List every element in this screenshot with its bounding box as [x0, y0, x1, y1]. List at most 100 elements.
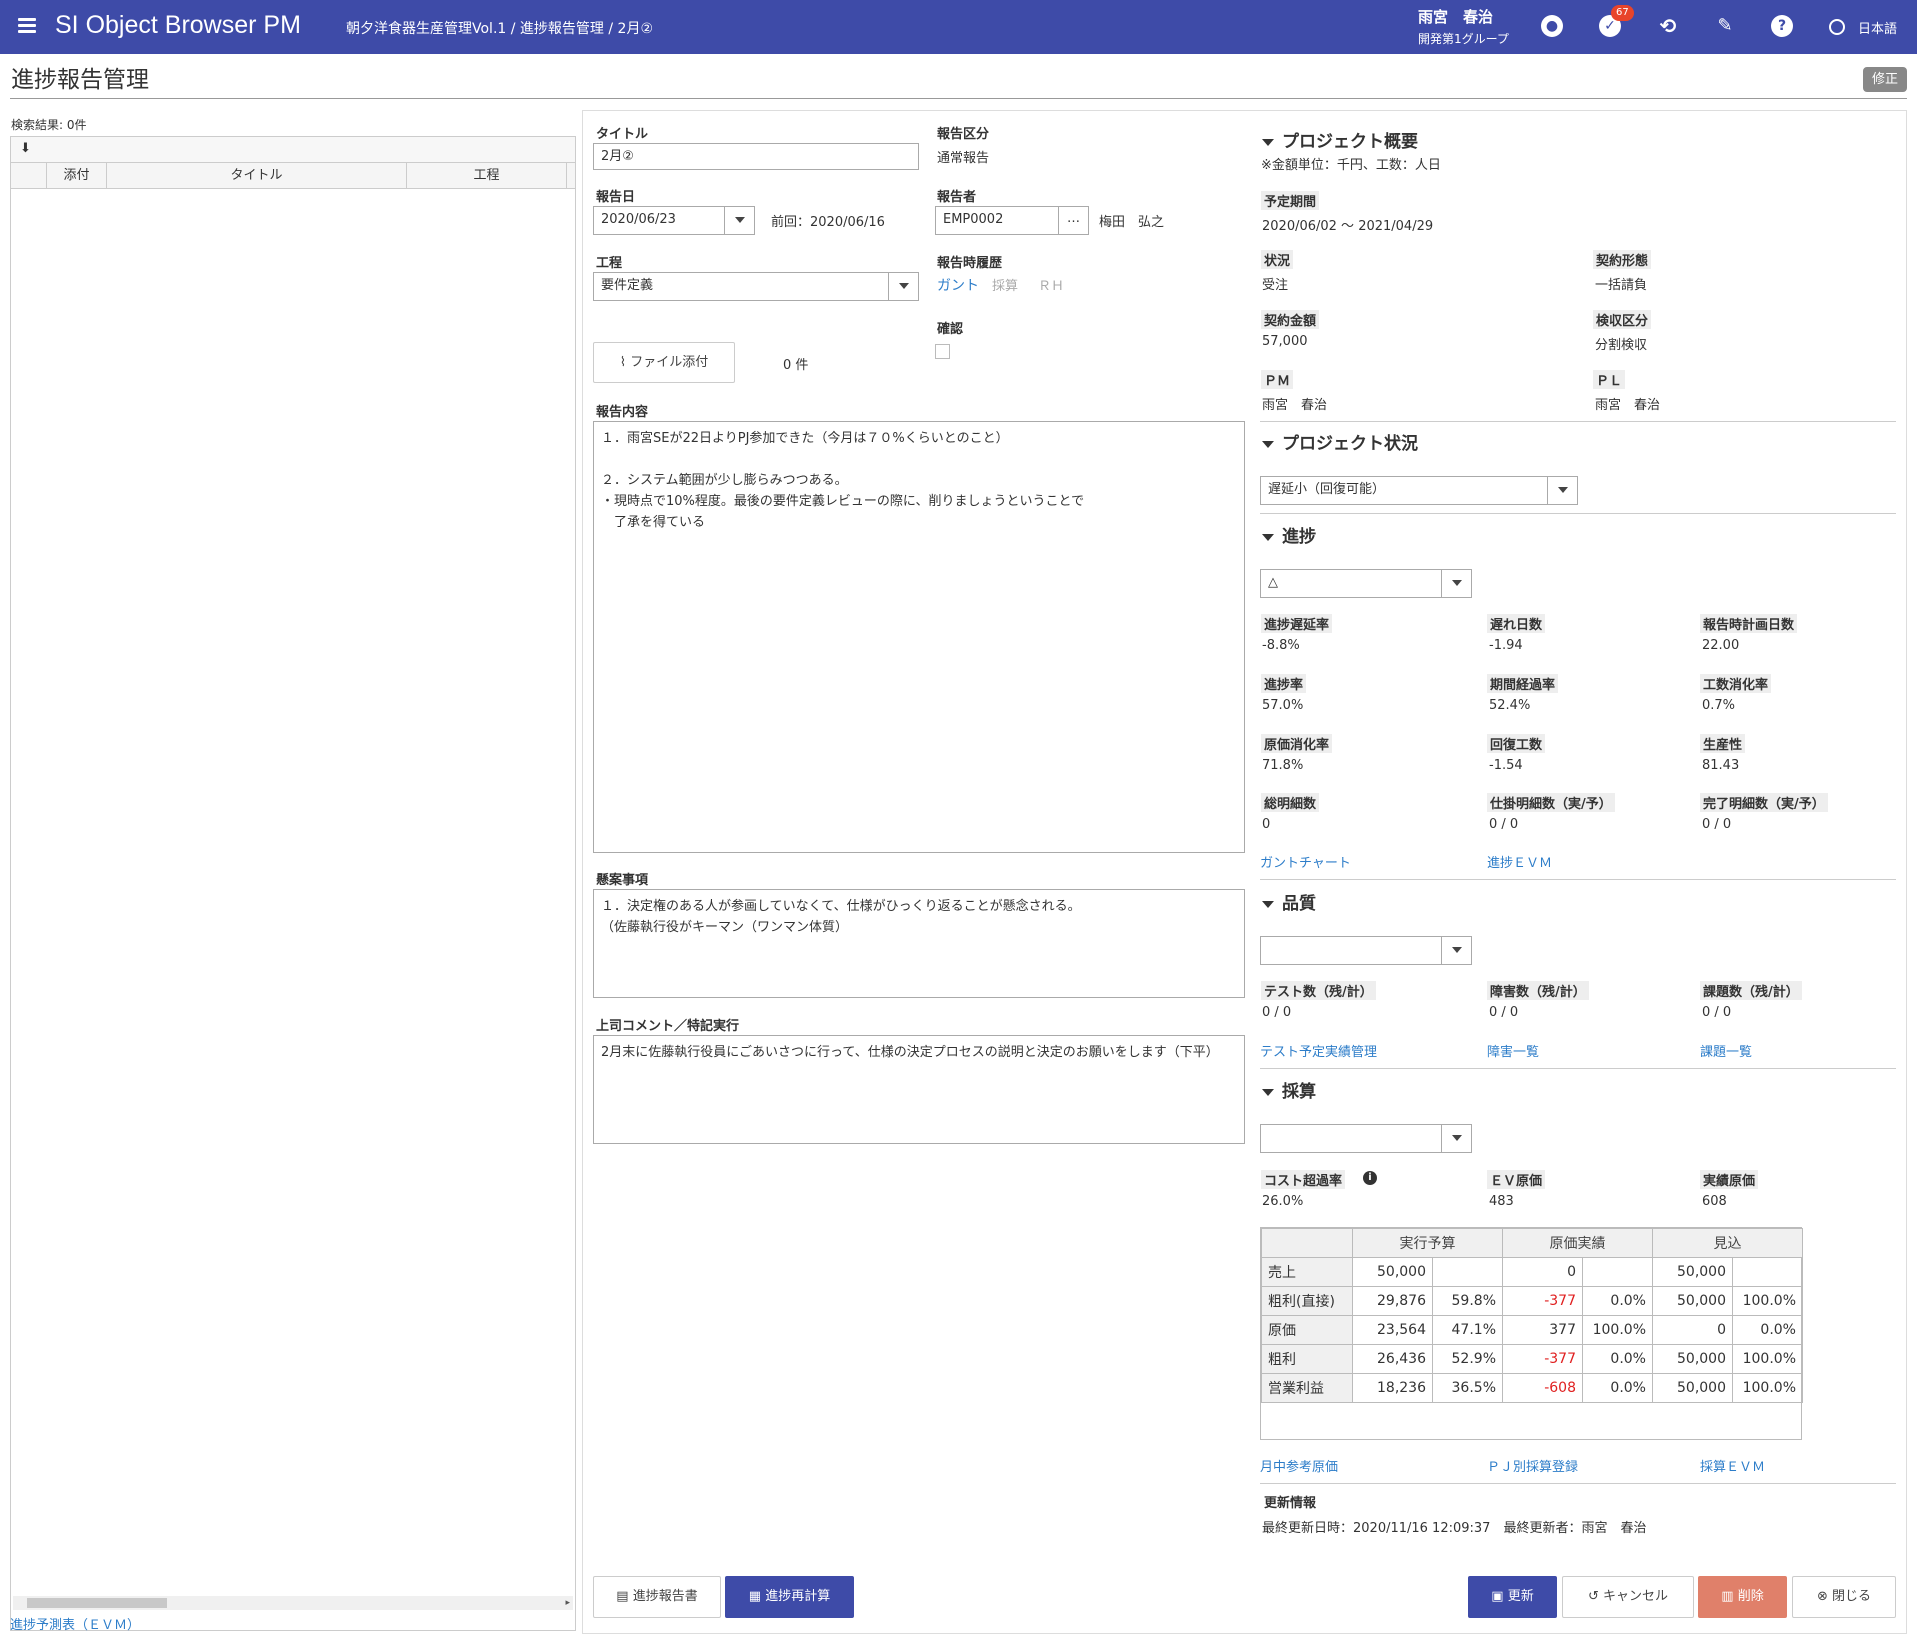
download-icon[interactable]: ⬇ [20, 142, 34, 156]
progress-section-title[interactable]: 進捗 [1262, 522, 1316, 547]
progress-label: 進捗遅延率 [1261, 614, 1333, 633]
progress-label: 進捗率 [1261, 674, 1307, 693]
table-cell: 26,436 [1352, 1344, 1433, 1374]
pm-label: ＰＭ [1261, 370, 1294, 389]
table-row: 粗利 26,436 52.9% -377 0.0% 50,000 100.0% [1261, 1344, 1803, 1374]
edit-button[interactable]: 修正 [1863, 67, 1907, 92]
quality-value: 0 / 0 [1262, 1005, 1292, 1020]
monthly-cost-link[interactable]: 月中参考原価 [1260, 1456, 1338, 1475]
table-cell [1732, 1257, 1803, 1287]
list-header-spacer [11, 163, 47, 189]
update-button[interactable]: ▣ 更新 [1468, 1576, 1557, 1618]
concern-textarea[interactable]: １．決定権のある人が参画していなくて、仕様がひっくり返ることが懸念される。 （佐… [593, 889, 1245, 998]
table-cell: 0 [1652, 1315, 1733, 1345]
project-status-section-title[interactable]: プロジェクト状況 [1262, 429, 1418, 454]
progress-select-value: △ [1268, 575, 1278, 590]
table-row: 原価 23,564 47.1% 377 100.0% 0 0.0% [1261, 1315, 1803, 1345]
quality-section-title[interactable]: 品質 [1262, 889, 1316, 914]
defect-list-link[interactable]: 障害一覧 [1487, 1041, 1539, 1060]
profit-select[interactable] [1260, 1124, 1472, 1153]
progress-value: -1.54 [1489, 758, 1523, 773]
close-button[interactable]: ⊗ 閉じる [1792, 1576, 1896, 1618]
attachment-icon[interactable]: ✎ [1714, 15, 1736, 37]
history-gantt-link[interactable]: ガント [937, 275, 979, 295]
delete-button[interactable]: ▥ 削除 [1698, 1576, 1787, 1618]
column-attachment[interactable]: 添付 [47, 163, 107, 189]
title-input[interactable]: 2月② [593, 143, 919, 170]
cancel-label: キャンセル [1603, 1589, 1669, 1604]
test-plan-link[interactable]: テスト予定実績管理 [1260, 1041, 1377, 1060]
table-cell: 原価 [1261, 1315, 1353, 1345]
profit-value: 608 [1702, 1194, 1727, 1209]
progress-label: 生産性 [1700, 734, 1746, 753]
project-status-select[interactable]: 遅延小（回復可能） [1260, 476, 1578, 505]
column-process[interactable]: 工程 [407, 163, 567, 189]
process-select[interactable]: 要件定義 [593, 272, 919, 301]
confirm-checkbox[interactable] [935, 344, 950, 359]
progress-report-button[interactable]: ▤ 進捗報告書 [593, 1576, 721, 1618]
progress-label: 工数消化率 [1700, 674, 1772, 693]
contract-type-label: 契約形態 [1593, 250, 1652, 269]
history-rh-link[interactable]: ＲＨ [1038, 275, 1064, 294]
report-content-textarea[interactable]: １．雨宮SEが22日よりPJ参加できた（今月は７０%くらいとのこと） ２．システ… [593, 421, 1245, 853]
calculator-icon: ▦ [748, 1589, 766, 1604]
progress-evm-link[interactable]: 進捗ＥＶＭ [1487, 852, 1552, 871]
column-title[interactable]: タイトル [107, 163, 407, 189]
profit-evm-link[interactable]: 採算ＥＶＭ [1700, 1456, 1765, 1475]
progress-select[interactable]: △ [1260, 569, 1472, 598]
report-date-select[interactable]: 2020/06/23 [593, 206, 755, 235]
history-icon[interactable]: ⟲ [1657, 15, 1679, 37]
gantt-chart-link[interactable]: ガントチャート [1260, 852, 1351, 871]
issue-list-link[interactable]: 課題一覧 [1700, 1041, 1752, 1060]
overview-section-title[interactable]: プロジェクト概要 [1262, 127, 1418, 152]
scroll-right-arrow-icon[interactable]: ▸ [565, 1596, 570, 1610]
table-cell: -377 [1502, 1286, 1583, 1316]
scrollbar-thumb[interactable] [27, 1598, 167, 1608]
quality-label: テスト数（残/計） [1261, 981, 1376, 1000]
report-date-value: 2020/06/23 [601, 212, 676, 227]
language-selector[interactable]: 日本語 [1858, 18, 1897, 37]
table-cell: 0.0% [1582, 1373, 1653, 1403]
table-row: 売上 50,000 0 50,000 [1261, 1257, 1803, 1287]
table-cell: 23,564 [1352, 1315, 1433, 1345]
update-info-label: 更新情報 [1264, 1496, 1317, 1511]
contract-amount-value: 57,000 [1262, 334, 1308, 349]
table-cell: 粗利 [1261, 1344, 1353, 1374]
progress-value: -8.8% [1262, 638, 1300, 653]
globe-icon[interactable] [1829, 19, 1845, 35]
divider [1260, 1483, 1896, 1484]
top-header: SI Object Browser PM 朝夕洋食器生産管理Vol.1 / 進捗… [0, 0, 1917, 54]
info-icon[interactable]: i [1363, 1171, 1377, 1185]
pl-value: 雨宮 春治 [1595, 398, 1661, 413]
profit-section-title[interactable]: 採算 [1262, 1077, 1316, 1102]
table-cell: 100.0% [1732, 1286, 1803, 1316]
progress-label: 原価消化率 [1261, 734, 1333, 753]
table-cell: 100.0% [1732, 1373, 1803, 1403]
history-label: 報告時履歴 [937, 256, 1003, 271]
title-label: タイトル [596, 127, 649, 142]
divider [1260, 879, 1896, 880]
hamburger-menu-icon[interactable] [18, 15, 36, 39]
help-icon[interactable]: ? [1771, 15, 1793, 37]
attach-file-button[interactable]: ⌇ ファイル添付 [593, 342, 735, 383]
lookup-button[interactable]: … [1058, 207, 1088, 234]
profit-label: 実績原価 [1700, 1170, 1759, 1189]
reporter-code-input[interactable]: EMP0002… [935, 206, 1089, 235]
table-cell: 47.1% [1432, 1315, 1503, 1345]
chevron-down-icon [724, 207, 754, 234]
app-title[interactable]: SI Object Browser PM [55, 11, 301, 40]
chevron-down-icon [1441, 937, 1471, 964]
comment-textarea[interactable]: 2月末に佐藤執行役員にごあいさつに行って、仕様の決定プロセスの説明と決定のお願い… [593, 1035, 1245, 1144]
cancel-button[interactable]: ↺ キャンセル [1562, 1576, 1694, 1618]
user-icon[interactable]: ● [1541, 15, 1563, 37]
table-header-cell [1261, 1228, 1353, 1258]
save-icon: ▣ [1491, 1589, 1508, 1604]
quality-select[interactable] [1260, 936, 1472, 965]
recalculate-button[interactable]: ▦ 進捗再計算 [725, 1576, 854, 1618]
pj-profit-register-link[interactable]: ＰＪ別採算登録 [1487, 1456, 1578, 1475]
horizontal-scrollbar[interactable]: ▸ [13, 1596, 573, 1610]
chevron-down-icon [888, 273, 918, 300]
acceptance-label: 検収区分 [1593, 310, 1652, 329]
history-profit-link[interactable]: 採算 [992, 275, 1018, 294]
evm-forecast-link[interactable]: 進捗予測表（ＥＶＭ） [10, 1614, 140, 1633]
